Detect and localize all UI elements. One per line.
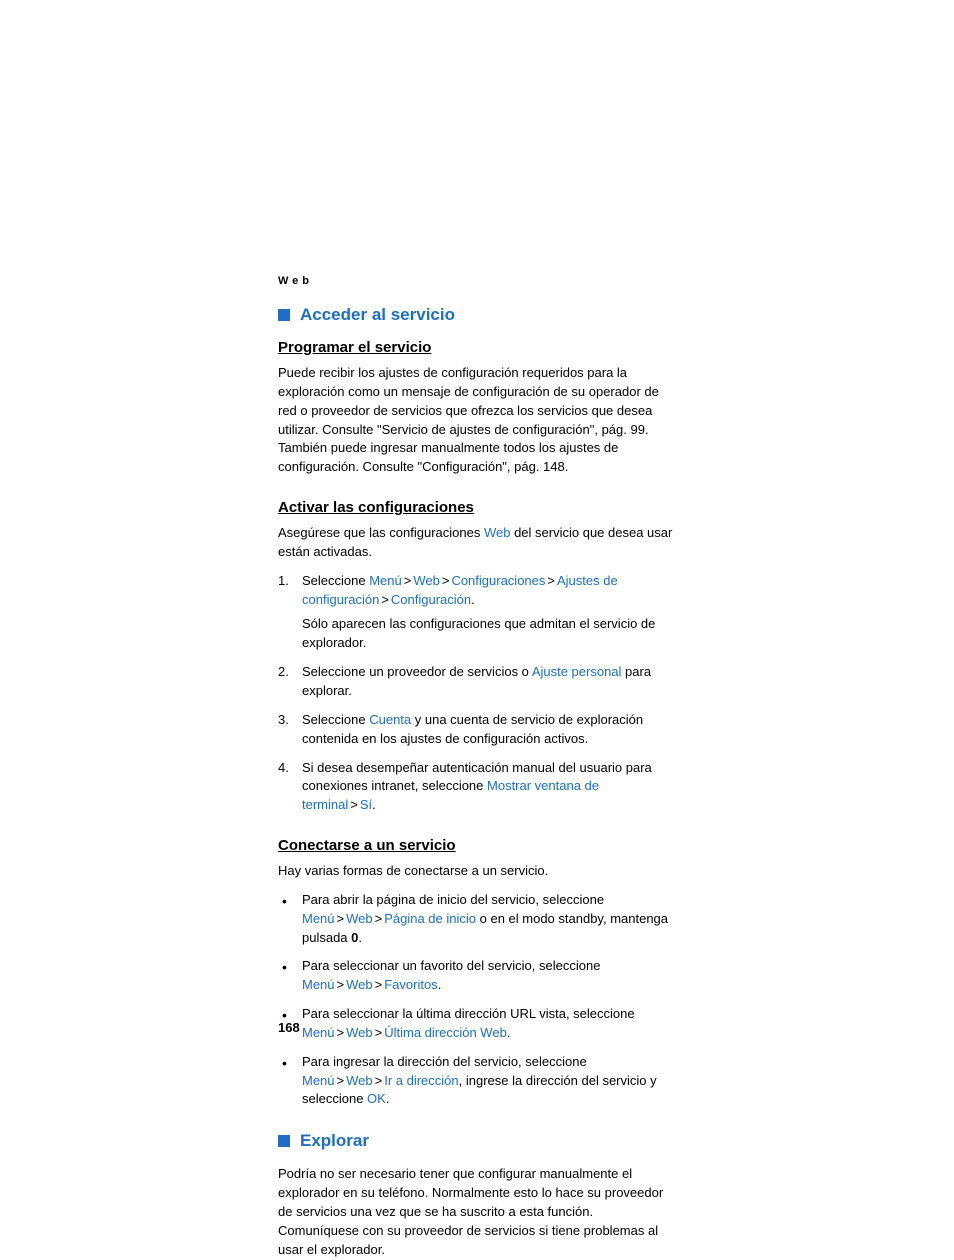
text-fragment: Asegúrese que las configuraciones (278, 525, 484, 540)
paragraph: Hay varias formas de conectarse a un ser… (278, 862, 676, 881)
paragraph: Puede recibir los ajustes de configuraci… (278, 364, 676, 477)
link-web[interactable]: Web (484, 525, 511, 540)
separator: > (379, 592, 391, 607)
text-fragment: Seleccione un proveedor de servicios o (302, 664, 532, 679)
bullet-list: Para abrir la página de inicio del servi… (278, 891, 676, 1109)
list-item: Seleccione Cuenta y una cuenta de servic… (278, 711, 676, 749)
text-fragment: Para seleccionar la última dirección URL… (302, 1006, 635, 1021)
link-web[interactable]: Web (413, 573, 440, 588)
link-ok[interactable]: OK (367, 1091, 386, 1106)
text-fragment: Para abrir la página de inicio del servi… (302, 892, 604, 907)
subheading-activar: Activar las configuraciones (278, 499, 676, 516)
link-web[interactable]: Web (346, 1073, 373, 1088)
link-web[interactable]: Web (346, 977, 373, 992)
text-fragment: . (438, 977, 442, 992)
text-fragment: . (358, 930, 362, 945)
separator: > (335, 911, 347, 926)
link-menu[interactable]: Menú (302, 911, 335, 926)
link-configuraciones[interactable]: Configuraciones (451, 573, 545, 588)
page-number: 168 (278, 1020, 300, 1035)
separator: > (440, 573, 452, 588)
subheading-conectarse: Conectarse a un servicio (278, 837, 676, 854)
list-item: Para abrir la página de inicio del servi… (278, 891, 676, 948)
link-menu[interactable]: Menú (302, 1025, 335, 1040)
subheading-programar: Programar el servicio (278, 339, 676, 356)
text-fragment: Seleccione (302, 573, 369, 588)
list-item: Si desea desempeñar autenticación manual… (278, 759, 676, 816)
separator: > (373, 1025, 385, 1040)
text-fragment: Para ingresar la dirección del servicio,… (302, 1054, 587, 1069)
list-item: Para seleccionar un favorito del servici… (278, 957, 676, 995)
separator: > (373, 977, 385, 992)
text-fragment: Seleccione (302, 712, 369, 727)
text-fragment: . (507, 1025, 511, 1040)
list-item: Seleccione Menú>Web>Configuraciones>Ajus… (278, 572, 676, 653)
separator: > (335, 977, 347, 992)
link-cuenta[interactable]: Cuenta (369, 712, 411, 727)
link-pagina-inicio[interactable]: Página de inicio (384, 911, 476, 926)
running-header: Web (278, 275, 676, 287)
separator: > (335, 1025, 347, 1040)
text-fragment: Si desea desempeñar autenticación manual… (302, 760, 652, 794)
section-heading-explorar: Explorar (278, 1131, 676, 1151)
list-item: Para ingresar la dirección del servicio,… (278, 1053, 676, 1110)
link-ultima-direccion[interactable]: Última dirección Web (384, 1025, 507, 1040)
link-menu[interactable]: Menú (369, 573, 402, 588)
separator: > (373, 911, 385, 926)
section-heading-text: Acceder al servicio (300, 305, 455, 325)
link-menu[interactable]: Menú (302, 1073, 335, 1088)
square-bullet-icon (278, 309, 290, 321)
square-bullet-icon (278, 1135, 290, 1147)
link-ajuste-personal[interactable]: Ajuste personal (532, 664, 622, 679)
link-web[interactable]: Web (346, 911, 373, 926)
separator: > (335, 1073, 347, 1088)
separator: > (348, 797, 360, 812)
text-fragment: . (372, 797, 376, 812)
link-configuracion[interactable]: Configuración (391, 592, 471, 607)
link-ir-a-direccion[interactable]: Ir a dirección (384, 1073, 458, 1088)
list-item: Para seleccionar la última dirección URL… (278, 1005, 676, 1043)
page-container: Web Acceder al servicio Programar el ser… (0, 0, 954, 1235)
separator: > (402, 573, 414, 588)
paragraph: Asegúrese que las configuraciones Web de… (278, 524, 676, 562)
separator: > (373, 1073, 385, 1088)
link-si[interactable]: Sí (360, 797, 372, 812)
section-heading-acceder: Acceder al servicio (278, 305, 676, 325)
text-fragment: Para seleccionar un favorito del servici… (302, 958, 600, 973)
separator: > (545, 573, 557, 588)
text-fragment: . (471, 592, 475, 607)
section-heading-text: Explorar (300, 1131, 369, 1151)
numbered-list: Seleccione Menú>Web>Configuraciones>Ajus… (278, 572, 676, 815)
link-favoritos[interactable]: Favoritos (384, 977, 437, 992)
link-menu[interactable]: Menú (302, 977, 335, 992)
paragraph: Podría no ser necesario tener que config… (278, 1165, 676, 1259)
text-fragment: . (386, 1091, 390, 1106)
list-item: Seleccione un proveedor de servicios o A… (278, 663, 676, 701)
link-web[interactable]: Web (346, 1025, 373, 1040)
sub-note: Sólo aparecen las configuraciones que ad… (302, 615, 676, 653)
